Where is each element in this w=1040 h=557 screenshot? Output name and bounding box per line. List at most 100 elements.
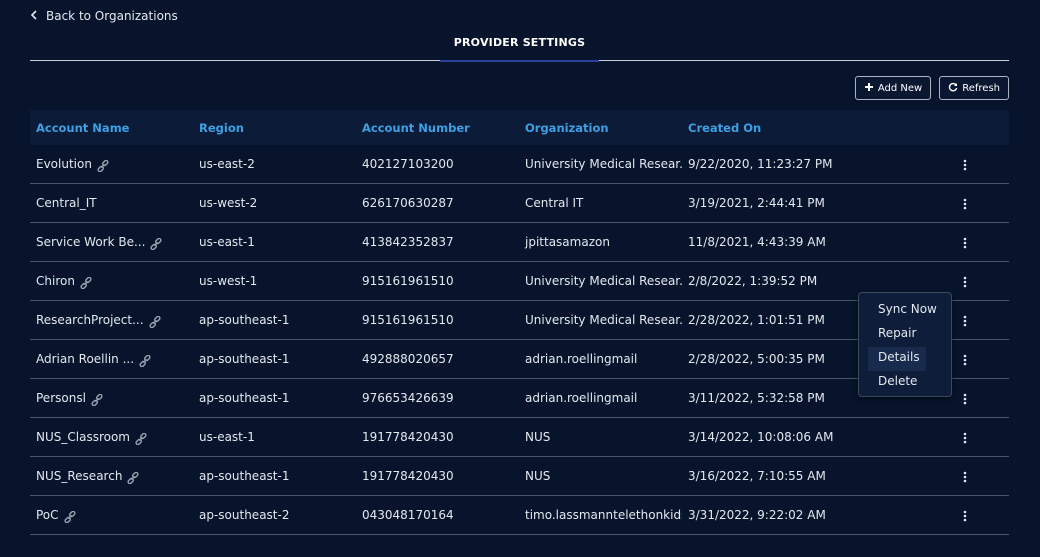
refresh-button[interactable]: Refresh bbox=[939, 76, 1009, 100]
more-vertical-icon[interactable] bbox=[959, 393, 971, 407]
account-name[interactable]: NUS_Research bbox=[36, 469, 122, 483]
created-on-cell: 11/8/2021, 4:43:39 AM bbox=[688, 235, 826, 249]
more-vertical-icon[interactable] bbox=[959, 432, 971, 446]
table-row[interactable]: NUS_Research ap-southeast-1 191778420430 NU… bbox=[30, 457, 1009, 496]
account-name[interactable]: NUS_Classroom bbox=[36, 430, 130, 444]
account-name-cell: NUS_Research bbox=[30, 469, 193, 484]
organization-cell: University Medical Resear... bbox=[525, 157, 682, 171]
link-icon bbox=[139, 354, 151, 367]
actions-cell bbox=[921, 428, 1009, 446]
account-number-cell: 413842352837 bbox=[362, 235, 454, 249]
region-cell: ap-southeast-1 bbox=[199, 391, 290, 405]
account-number-cell: 915161961510 bbox=[362, 274, 454, 288]
tabs-bar: PROVIDER SETTINGS bbox=[30, 35, 1009, 62]
account-name-cell: Chiron bbox=[30, 274, 193, 289]
account-name[interactable]: Central_IT bbox=[36, 196, 97, 210]
actions-cell bbox=[921, 272, 1009, 290]
region-cell: ap-southeast-1 bbox=[199, 352, 290, 366]
more-vertical-icon[interactable] bbox=[959, 237, 971, 251]
account-name-cell: PoC bbox=[30, 508, 193, 523]
actions-cell bbox=[921, 155, 1009, 173]
table-row[interactable]: NUS_Classroom us-east-1 191778420430 NUS 3/1… bbox=[30, 418, 1009, 457]
more-vertical-icon[interactable] bbox=[959, 510, 971, 524]
add-new-button[interactable]: Add New bbox=[854, 76, 932, 100]
column-header-organization[interactable]: Organization bbox=[519, 121, 682, 135]
account-name[interactable]: ResearchProject... bbox=[36, 313, 144, 327]
account-name[interactable]: Service Work Be... bbox=[36, 235, 145, 249]
account-name[interactable]: PoC bbox=[36, 508, 59, 522]
account-name[interactable]: Personsl bbox=[36, 391, 86, 405]
column-header-account-name[interactable]: Account Name bbox=[30, 121, 193, 135]
row-actions-menu: Sync Now Repair Details Delete bbox=[858, 292, 952, 397]
more-vertical-icon[interactable] bbox=[959, 315, 971, 329]
organization-cell: Central IT bbox=[525, 196, 584, 210]
region-cell: us-west-1 bbox=[199, 274, 258, 288]
account-number-cell: 191778420430 bbox=[362, 469, 454, 483]
table-row[interactable]: Service Work Be... us-east-1 413842352837 j… bbox=[30, 223, 1009, 262]
column-header-account-number[interactable]: Account Number bbox=[356, 121, 519, 135]
back-link-label: Back to Organizations bbox=[46, 9, 178, 23]
chevron-left-icon bbox=[30, 9, 38, 23]
account-name[interactable]: Evolution bbox=[36, 157, 92, 171]
organization-cell: adrian.roellingmail bbox=[525, 352, 638, 366]
more-vertical-icon[interactable] bbox=[959, 159, 971, 173]
organization-cell: timo.lassmanntelethonkids bbox=[525, 508, 682, 522]
link-icon bbox=[127, 471, 139, 484]
account-name-cell: Personsl bbox=[30, 391, 193, 406]
account-number-cell: 402127103200 bbox=[362, 157, 454, 171]
link-icon bbox=[97, 159, 109, 172]
menu-item-delete[interactable]: Delete bbox=[859, 371, 951, 395]
more-vertical-icon[interactable] bbox=[959, 471, 971, 485]
table-header: Account Name Region Account Number Organ… bbox=[30, 110, 1009, 145]
link-icon bbox=[150, 237, 163, 250]
organization-cell: adrian.roellingmail bbox=[525, 391, 638, 405]
region-cell: ap-southeast-2 bbox=[199, 508, 290, 522]
column-header-region[interactable]: Region bbox=[193, 121, 356, 135]
account-number-cell: 043048170164 bbox=[362, 508, 454, 522]
actions-cell bbox=[921, 506, 1009, 524]
created-on-cell: 9/22/2020, 11:23:27 PM bbox=[688, 157, 833, 171]
menu-item-details[interactable]: Details bbox=[868, 347, 926, 371]
more-vertical-icon[interactable] bbox=[959, 354, 971, 368]
table-row[interactable]: PoC ap-southeast-2 043048170164 timo.lassma… bbox=[30, 496, 1009, 535]
account-name-cell: NUS_Classroom bbox=[30, 430, 193, 445]
menu-item-sync-now[interactable]: Sync Now bbox=[859, 299, 951, 323]
account-number-cell: 492888020657 bbox=[362, 352, 454, 366]
created-on-cell: 3/19/2021, 2:44:41 PM bbox=[688, 196, 825, 210]
created-on-cell: 3/14/2022, 10:08:06 AM bbox=[688, 430, 834, 444]
plus-icon bbox=[864, 82, 874, 95]
account-name[interactable]: Chiron bbox=[36, 274, 75, 288]
organization-cell: University Medical Resear... bbox=[525, 313, 682, 327]
back-to-organizations-link[interactable]: Back to Organizations bbox=[30, 9, 178, 23]
link-icon bbox=[91, 393, 103, 406]
actions-cell bbox=[921, 233, 1009, 251]
provider-settings-page: Back to Organizations PROVIDER SETTINGS … bbox=[0, 0, 1040, 557]
created-on-cell: 3/31/2022, 9:22:02 AM bbox=[688, 508, 826, 522]
created-on-cell: 3/16/2022, 7:10:55 AM bbox=[688, 469, 826, 483]
organization-cell: University Medical Resear... bbox=[525, 274, 682, 288]
account-number-cell: 191778420430 bbox=[362, 430, 454, 444]
link-icon bbox=[148, 315, 161, 328]
menu-item-repair[interactable]: Repair bbox=[859, 323, 951, 347]
toolbar: Add New Refresh bbox=[854, 76, 1009, 100]
organization-cell: NUS bbox=[525, 430, 551, 444]
account-name-cell: Adrian Roellin ... bbox=[30, 352, 193, 367]
region-cell: us-east-1 bbox=[199, 430, 255, 444]
account-name-cell: Service Work Be... bbox=[30, 235, 193, 250]
account-number-cell: 626170630287 bbox=[362, 196, 454, 210]
account-number-cell: 915161961510 bbox=[362, 313, 454, 327]
account-number-cell: 976653426639 bbox=[362, 391, 454, 405]
more-vertical-icon[interactable] bbox=[959, 276, 971, 290]
organization-cell: NUS bbox=[525, 469, 551, 483]
refresh-icon bbox=[948, 82, 958, 95]
account-name-cell: Evolution bbox=[30, 157, 193, 172]
account-name[interactable]: Adrian Roellin ... bbox=[36, 352, 134, 366]
region-cell: us-west-2 bbox=[199, 196, 258, 210]
refresh-label: Refresh bbox=[962, 82, 1000, 94]
column-header-created-on[interactable]: Created On bbox=[682, 121, 921, 135]
actions-cell bbox=[921, 467, 1009, 485]
table-row[interactable]: Evolution us-east-2 402127103200 University… bbox=[30, 145, 1009, 184]
tab-provider-settings[interactable]: PROVIDER SETTINGS bbox=[440, 35, 599, 62]
table-row[interactable]: Central_IT us-west-2 626170630287 Central I… bbox=[30, 184, 1009, 223]
more-vertical-icon[interactable] bbox=[959, 198, 971, 212]
